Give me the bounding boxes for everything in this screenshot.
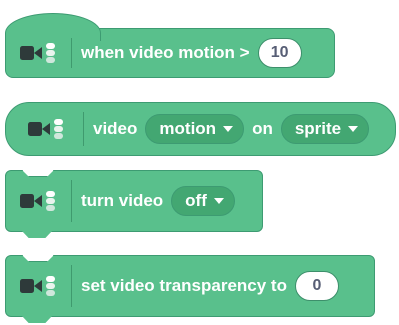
block-tab <box>22 316 52 323</box>
video-attribute-reporter-block[interactable]: video motion on sprite <box>5 102 396 156</box>
attribute-dropdown-value: motion <box>159 119 217 138</box>
block-label: video <box>93 119 138 138</box>
motion-threshold-input[interactable]: 10 <box>257 38 302 68</box>
chevron-down-icon <box>223 126 234 132</box>
block-label: turn video <box>81 191 164 210</box>
video-state-dropdown[interactable]: off <box>171 186 235 216</box>
video-sensing-extension-icon-slot <box>6 256 72 316</box>
transparency-value-input[interactable]: 0 <box>294 271 339 301</box>
video-camera-icon <box>20 276 55 296</box>
block-label: when video motion > <box>81 43 250 62</box>
when-video-motion-block[interactable]: when video motion > 10 <box>5 13 335 78</box>
attribute-dropdown[interactable]: motion <box>145 114 245 144</box>
video-sensing-extension-icon-slot <box>10 103 84 155</box>
turn-video-block[interactable]: turn video off <box>5 170 263 238</box>
chevron-down-icon <box>213 198 224 204</box>
set-video-transparency-block[interactable]: set video transparency to 0 <box>5 255 375 323</box>
chevron-down-icon <box>348 126 359 132</box>
video-state-dropdown-value: off <box>185 191 207 210</box>
video-sensing-extension-icon-slot <box>6 171 72 231</box>
video-sensing-extension-icon-slot <box>6 29 72 77</box>
video-camera-icon <box>20 191 55 211</box>
target-dropdown[interactable]: sprite <box>280 114 370 144</box>
video-camera-icon <box>20 43 55 63</box>
target-dropdown-value: sprite <box>294 119 342 138</box>
block-tab <box>22 231 52 238</box>
video-camera-icon <box>28 119 63 139</box>
block-label: set video transparency to <box>81 276 287 295</box>
connector-label: on <box>252 119 273 138</box>
